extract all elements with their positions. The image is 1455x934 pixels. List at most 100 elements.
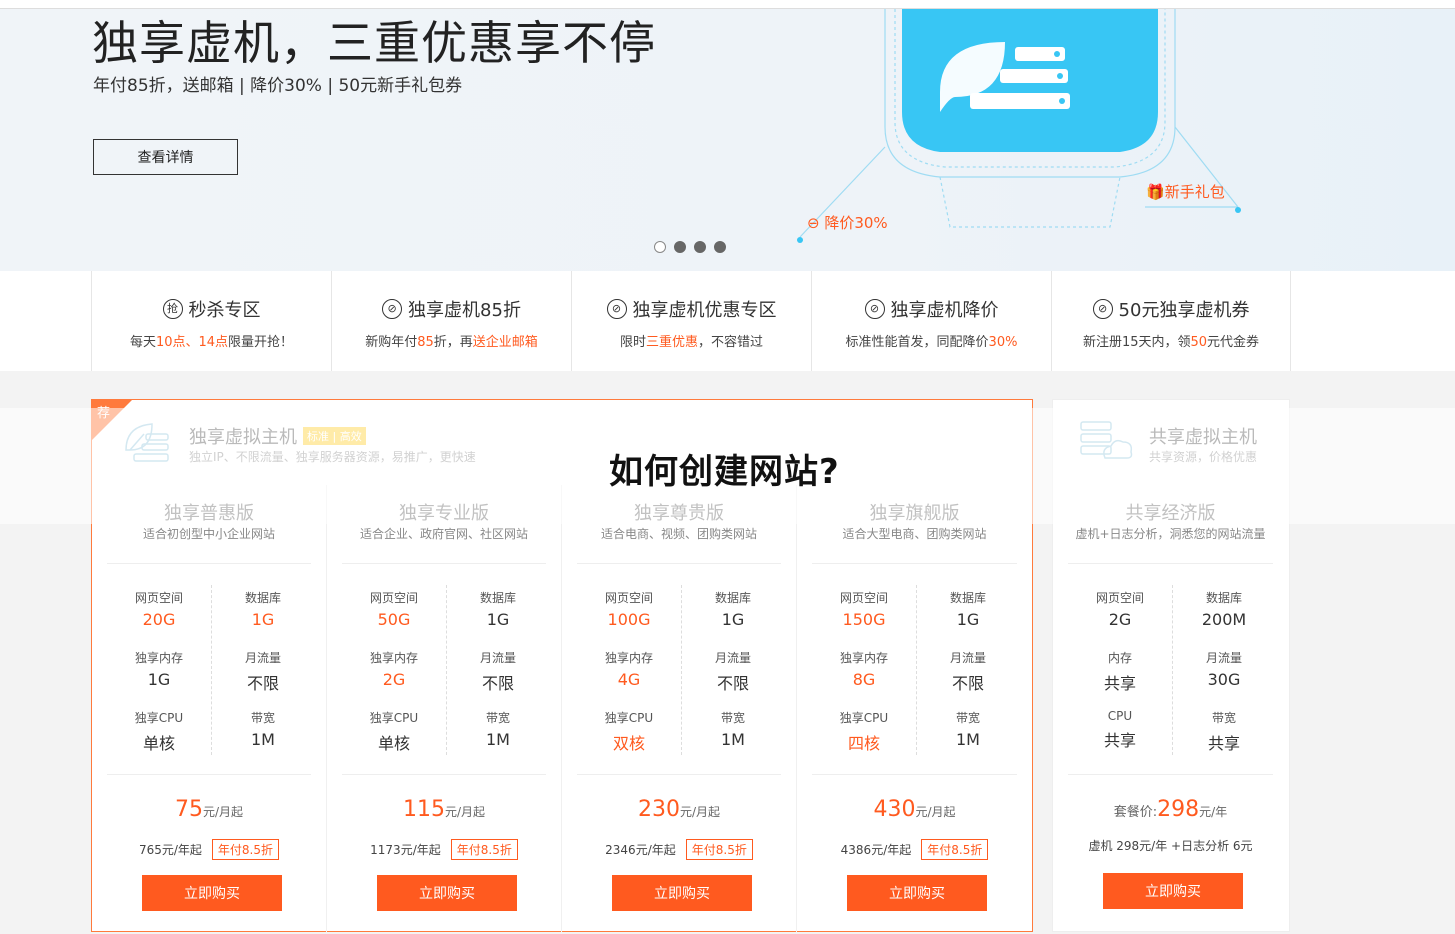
yearly-price: 1173元/年起 年付8.5折 bbox=[327, 839, 561, 860]
promo-desc-part: 限时 bbox=[619, 335, 646, 350]
spec-item: 带宽 1M bbox=[211, 709, 315, 749]
spec-item: 数据库 1G bbox=[446, 589, 550, 629]
spec-label: 独享CPU bbox=[604, 711, 654, 725]
spec-label: 带宽 bbox=[955, 711, 980, 725]
spec-value: 1M bbox=[721, 730, 745, 749]
spec-label: 带宽 bbox=[1211, 711, 1236, 725]
spec-label: 独享内存 bbox=[839, 651, 888, 665]
promo-item-1[interactable]: 抢秒杀专区 每天10点、14点限量开抢！ bbox=[91, 271, 331, 371]
carousel-dot-3[interactable] bbox=[694, 241, 706, 253]
spec-label: 月流量 bbox=[714, 651, 751, 665]
divider bbox=[107, 563, 311, 564]
spec-label: 独享CPU bbox=[134, 711, 184, 725]
carousel-dot-2[interactable] bbox=[674, 241, 686, 253]
spec-item: 网页空间 150G bbox=[812, 589, 916, 629]
promo-desc-part: 50 bbox=[1190, 335, 1208, 350]
price: 75元/月起 bbox=[92, 797, 326, 822]
promo-desc-part: 限量开抢！ bbox=[228, 335, 294, 350]
divider bbox=[342, 563, 546, 564]
recommend-label: 荐 bbox=[97, 406, 111, 421]
spec-value: 30G bbox=[1207, 670, 1241, 689]
exclusive-title: 独享虚拟主机 标准 | 高效 bbox=[189, 423, 366, 449]
divider bbox=[681, 585, 682, 755]
buy-now-button[interactable]: 立即购买 bbox=[377, 875, 517, 911]
banner-subtitle: 年付85折，送邮箱 | 降价30% | 50元新手礼包券 bbox=[93, 76, 463, 96]
spec-value: 100G bbox=[607, 610, 651, 629]
price: 套餐价:298元/年 bbox=[1053, 797, 1288, 822]
spec-value: 200M bbox=[1201, 610, 1247, 629]
price-label: 套餐价: bbox=[1113, 805, 1158, 820]
buy-now-button[interactable]: 立即购买 bbox=[612, 875, 752, 911]
price-value: 430 bbox=[873, 797, 916, 822]
divider bbox=[107, 774, 311, 775]
promo-item-5[interactable]: ⊘ 50元独享虚机券 新注册15天内，领50元代金券 bbox=[1051, 271, 1291, 371]
ticket-icon: ⊘ bbox=[1092, 299, 1113, 319]
spec-item: 月流量 不限 bbox=[916, 649, 1020, 694]
spec-value: 不限 bbox=[951, 674, 984, 693]
spec-item: 网页空间 2G bbox=[1068, 589, 1172, 629]
promo-desc-part: 元代金券 bbox=[1207, 335, 1260, 350]
promo-desc-part: 送企业邮箱 bbox=[472, 335, 538, 350]
spec-label: 数据库 bbox=[949, 591, 986, 605]
buy-now-button[interactable]: 立即购买 bbox=[1103, 873, 1243, 909]
yearly-price: 虚机 298元/年 +日志分析 6元 bbox=[1053, 837, 1288, 854]
price-value: 115 bbox=[402, 797, 445, 822]
promo-title: ⊘ 独享虚机降价 bbox=[812, 296, 1051, 322]
spec-label: 独享内存 bbox=[134, 651, 183, 665]
spec-value: 2G bbox=[1108, 610, 1132, 629]
carousel-dot-1[interactable] bbox=[654, 241, 666, 253]
banner-title: 独享虚机，三重优惠享不停 bbox=[92, 16, 656, 70]
yearly-price: 765元/年起 年付8.5折 bbox=[92, 839, 326, 860]
spec-item: 网页空间 20G bbox=[107, 589, 211, 629]
spec-item: 带宽 1M bbox=[446, 709, 550, 749]
spec-value: 双核 bbox=[612, 734, 645, 753]
plan-card: 独享专业版 适合企业、政府官网、社区网站 网页空间 50G 数据库 1G 独享内存 2G 月流量… bbox=[327, 485, 562, 932]
promo-desc: 标准性能首发，同配降价30% bbox=[812, 331, 1051, 350]
plan-name: 独享专业版 bbox=[399, 503, 489, 524]
plan-name: 独享旗舰版 bbox=[869, 503, 960, 524]
view-details-button[interactable]: 查看详情 bbox=[93, 139, 238, 175]
spec-item: 带宽 共享 bbox=[1172, 709, 1276, 754]
spec-label: 数据库 bbox=[1205, 591, 1242, 605]
yearly-text: 1173元/年起 bbox=[370, 843, 441, 857]
spec-value: 8G bbox=[852, 670, 876, 689]
spec-item: 数据库 1G bbox=[211, 589, 315, 629]
spec-label: CPU bbox=[1107, 709, 1133, 723]
spec-label: 月流量 bbox=[479, 651, 516, 665]
spec-label: 带宽 bbox=[485, 711, 510, 725]
spec-value: 1G bbox=[147, 670, 171, 689]
price-unit: 元/月起 bbox=[679, 805, 721, 819]
spec-item: 网页空间 50G bbox=[342, 589, 446, 629]
carousel-dot-4[interactable] bbox=[714, 241, 726, 253]
plan-card: 共享经济版 虚机+日志分析，洞悉您的网站流量 网页空间 2G 数据库 200M 内存 共享 月流… bbox=[1053, 485, 1288, 932]
plan-desc: 适合电商、视频、团购类网站 bbox=[600, 527, 757, 541]
cloud-server-icon bbox=[1080, 421, 1133, 459]
promo-item-3[interactable]: ⊘ 独享虚机优惠专区 限时三重优惠，不容错过 bbox=[571, 271, 811, 371]
divider bbox=[211, 585, 212, 755]
spec-item: 独享CPU 单核 bbox=[107, 709, 211, 754]
promo-item-2[interactable]: ⊘ 独享虚机85折 新购年付85折，再送企业邮箱 bbox=[331, 271, 571, 371]
gift-tag: 🎁新手礼包 bbox=[1146, 181, 1225, 202]
buy-now-button[interactable]: 立即购买 bbox=[847, 875, 987, 911]
promo-title-text: 秒杀专区 bbox=[188, 300, 261, 321]
buy-now-button[interactable]: 立即购买 bbox=[142, 875, 282, 911]
promo-desc-part: 每天 bbox=[129, 335, 156, 350]
gift-icon: 🎁 bbox=[1146, 183, 1165, 201]
plan-card: 独享普惠版 适合初创型中小企业网站 网页空间 20G 数据库 1G 独享内存 1G 月流量 不限独… bbox=[92, 485, 327, 932]
spec-label: 数据库 bbox=[714, 591, 751, 605]
spec-item: 数据库 1G bbox=[681, 589, 785, 629]
shared-title: 共享虚拟主机 bbox=[1149, 427, 1257, 448]
promo-title: ⊘ 独享虚机85折 bbox=[332, 296, 571, 322]
price: 430元/月起 bbox=[797, 797, 1032, 822]
yearly-text: 2346元/年起 bbox=[605, 843, 676, 857]
spec-item: 带宽 1M bbox=[681, 709, 785, 749]
spec-label: 数据库 bbox=[244, 591, 281, 605]
promo-strip: 抢秒杀专区 每天10点、14点限量开抢！ ⊘ 独享虚机85折 新购年付85折，再送企业邮… bbox=[0, 271, 1455, 371]
spec-item: 网页空间 100G bbox=[577, 589, 681, 629]
promo-desc: 限时三重优惠，不容错过 bbox=[572, 331, 811, 350]
promo-title: ⊘ 50元独享虚机券 bbox=[1052, 296, 1290, 322]
spec-label: 月流量 bbox=[1205, 651, 1242, 665]
promo-item-4[interactable]: ⊘ 独享虚机降价标准性能首发，同配降价30% bbox=[811, 271, 1051, 371]
promo-desc: 每天10点、14点限量开抢！ bbox=[92, 331, 331, 350]
divider bbox=[812, 563, 1017, 564]
